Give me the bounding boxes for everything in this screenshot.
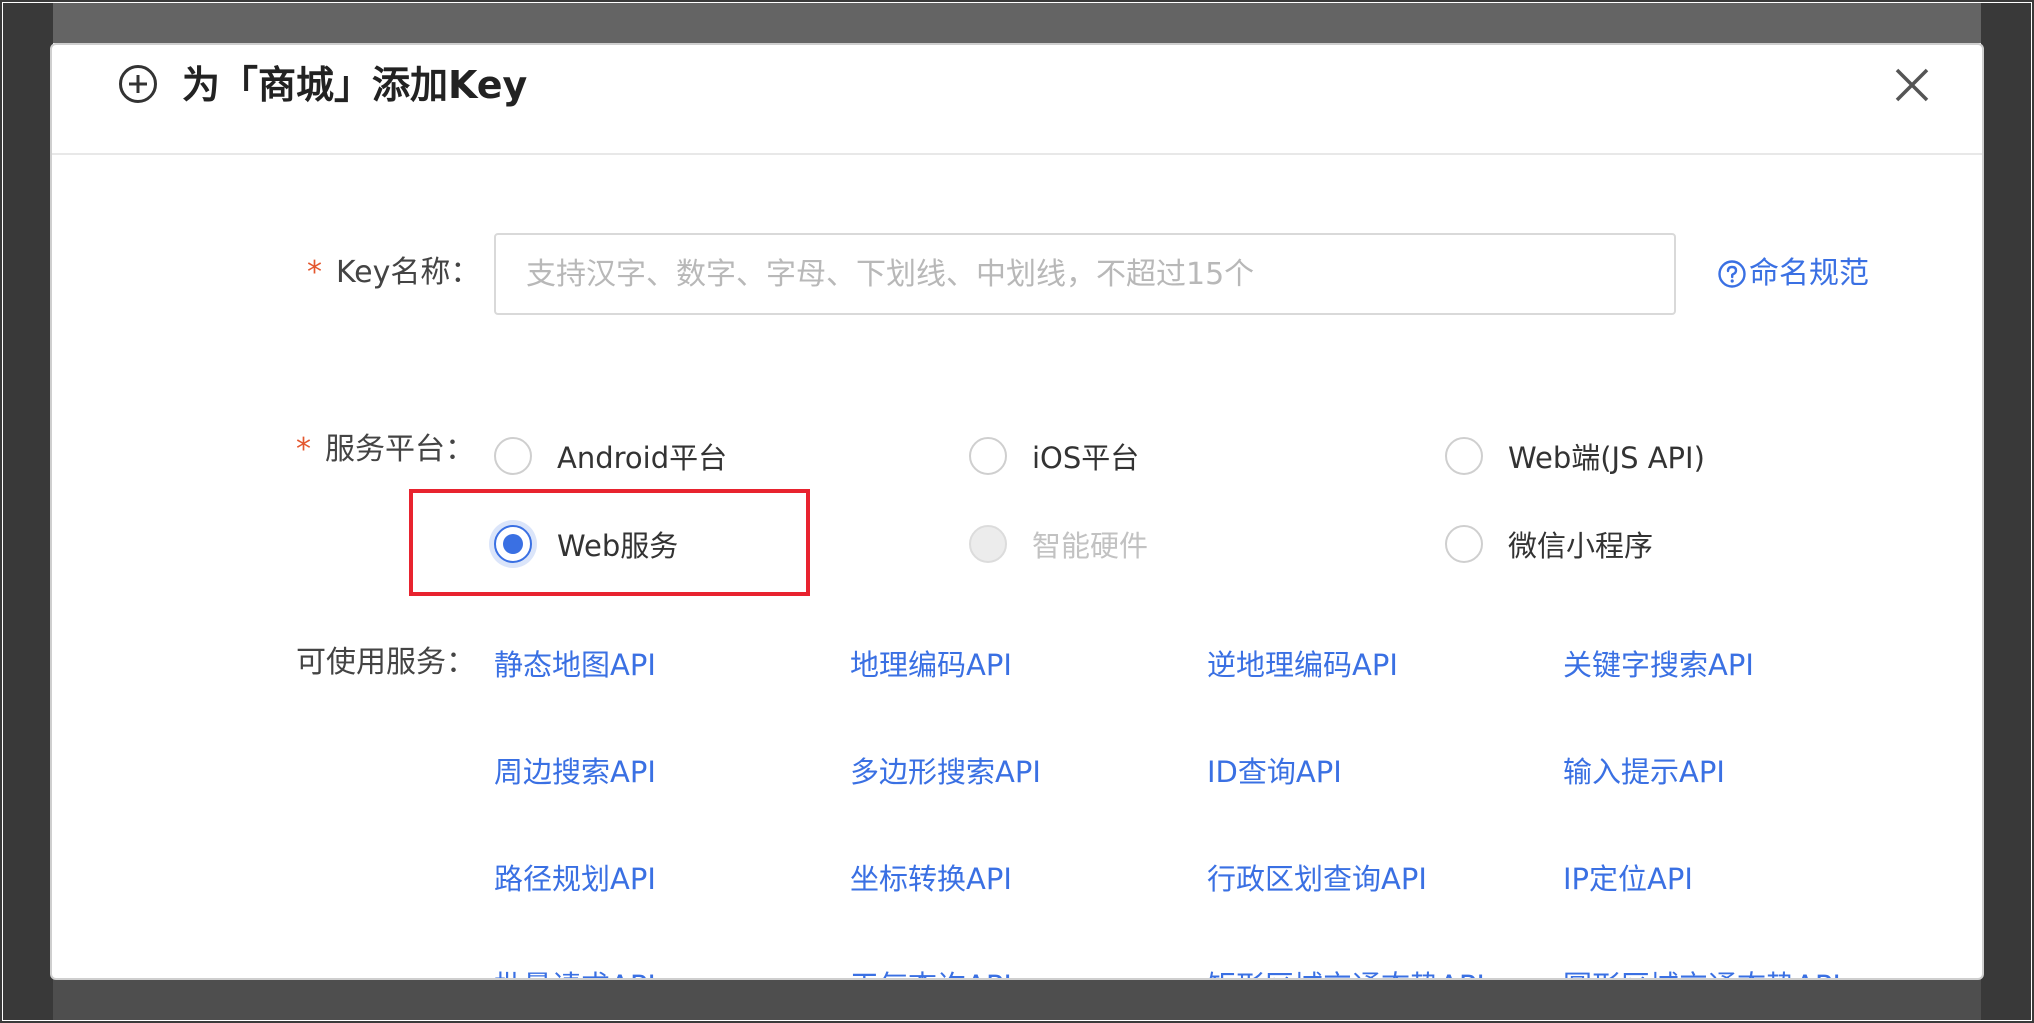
radio-ios-label: iOS平台 <box>1032 441 1140 475</box>
api-link-polygon-search[interactable]: 多边形搜索API <box>850 752 1041 792</box>
radio-wechat-mini-program-label: 微信小程序 <box>1508 529 1654 563</box>
radio-smart-hardware-circle <box>969 525 1007 563</box>
modal-overlay-bottom <box>53 978 1981 1020</box>
naming-rules-text: 命名规范 <box>1749 256 1869 291</box>
plus-circle-icon <box>119 65 157 103</box>
radio-android-circle[interactable] <box>494 437 532 475</box>
radio-wechat-mini-program[interactable]: 微信小程序 <box>1445 522 1653 566</box>
api-link-batch-request[interactable]: 批量请求API <box>494 966 656 978</box>
radio-android[interactable]: Android平台 <box>494 434 727 478</box>
radio-web-js-api[interactable]: Web端(JS API) <box>1445 434 1705 478</box>
api-link-geocoding[interactable]: 地理编码API <box>850 645 1012 685</box>
modal-overlay-right <box>1981 3 2031 1020</box>
radio-web-js-api-circle[interactable] <box>1445 437 1483 475</box>
radio-web-js-api-label: Web端(JS API) <box>1508 441 1705 475</box>
naming-rules-link[interactable]: 命名规范 <box>1717 254 1869 294</box>
api-link-district-query[interactable]: 行政区划查询API <box>1207 859 1427 899</box>
api-link-reverse-geocoding[interactable]: 逆地理编码API <box>1207 645 1398 685</box>
api-link-id-query[interactable]: ID查询API <box>1207 752 1342 792</box>
radio-smart-hardware-label: 智能硬件 <box>1032 529 1149 563</box>
key-name-label: * Key名称： <box>307 253 480 293</box>
close-icon[interactable] <box>1890 63 1934 107</box>
platform-label: * 服务平台： <box>296 430 475 470</box>
modal-overlay-top <box>53 3 1981 43</box>
api-link-circle-traffic[interactable]: 圆形区域交通态势API <box>1563 966 1841 978</box>
api-link-keyword-search[interactable]: 关键字搜索API <box>1563 645 1754 685</box>
key-name-label-text: Key名称： <box>336 255 481 290</box>
api-link-ip-location[interactable]: IP定位API <box>1563 859 1693 899</box>
api-link-route-planning[interactable]: 路径规划API <box>494 859 656 899</box>
required-mark: * <box>296 432 311 467</box>
api-link-coordinate-convert[interactable]: 坐标转换API <box>850 859 1012 899</box>
api-link-input-tips[interactable]: 输入提示API <box>1563 752 1725 792</box>
highlight-annotation-box <box>409 489 810 596</box>
api-link-weather-query[interactable]: 天气查询API <box>850 966 1012 978</box>
required-mark: * <box>307 255 322 290</box>
services-label: 可使用服务： <box>296 645 476 680</box>
radio-wechat-mini-program-circle[interactable] <box>1445 525 1483 563</box>
radio-ios[interactable]: iOS平台 <box>969 434 1139 478</box>
api-link-rect-traffic[interactable]: 矩形区域交通态势API <box>1207 966 1485 978</box>
add-key-dialog: 为「商城」添加Key * Key名称： 命名规范 * 服务平台： Android平台… <box>50 43 1984 980</box>
dialog-header: 为「商城」添加Key <box>52 45 1982 155</box>
api-link-around-search[interactable]: 周边搜索API <box>494 752 656 792</box>
radio-android-label: Android平台 <box>557 441 728 475</box>
api-link-static-map[interactable]: 静态地图API <box>494 645 656 685</box>
dialog-title: 为「商城」添加Key <box>182 63 528 107</box>
modal-overlay-left <box>3 3 53 1020</box>
platform-label-text: 服务平台： <box>325 432 475 467</box>
radio-ios-circle[interactable] <box>969 437 1007 475</box>
radio-smart-hardware: 智能硬件 <box>969 522 1148 566</box>
question-circle-icon <box>1718 260 1746 288</box>
key-name-input[interactable] <box>494 233 1676 315</box>
